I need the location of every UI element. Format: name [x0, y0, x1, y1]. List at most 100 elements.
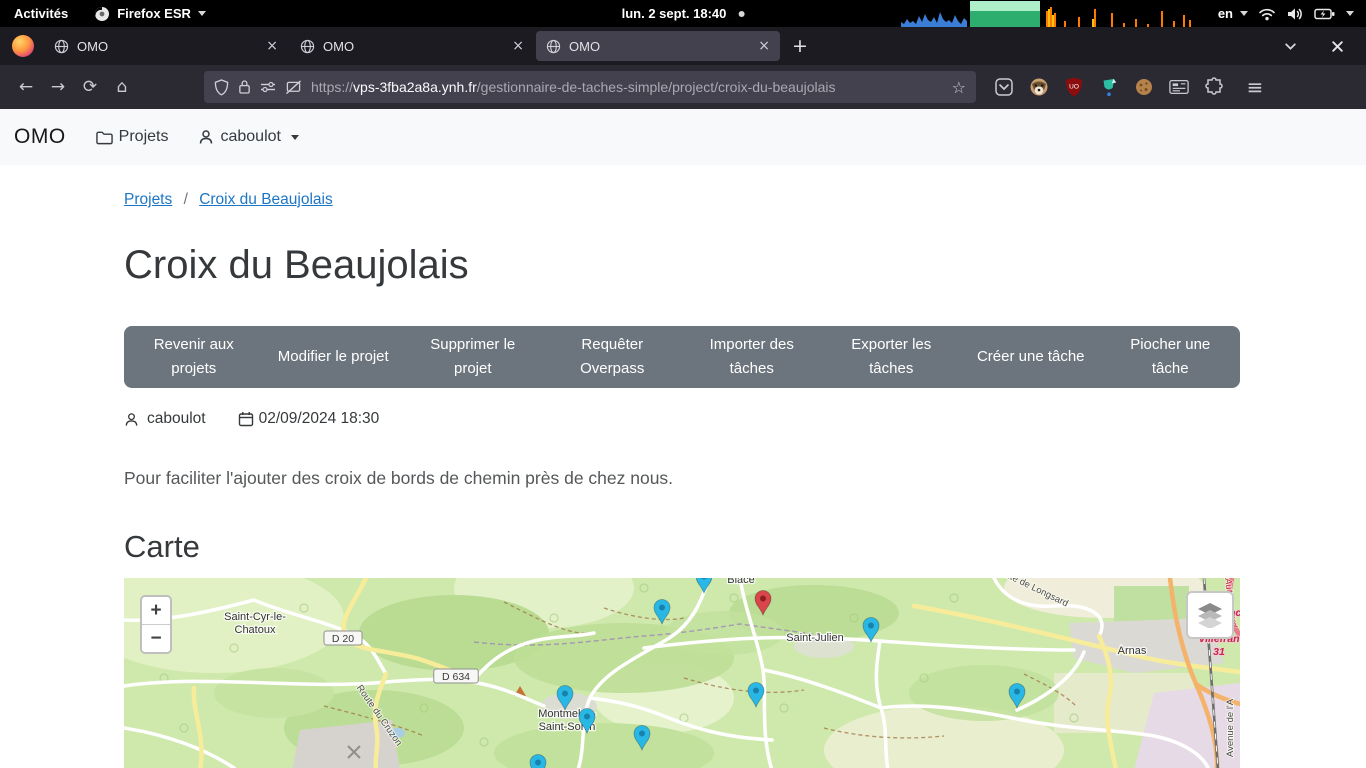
action-button-import-tasks[interactable]: Importer des tâches — [682, 333, 822, 381]
zoom-in-button[interactable]: + — [142, 597, 170, 624]
tracking-protection-shield-icon[interactable] — [214, 79, 229, 96]
action-button-delete-project[interactable]: Supprimer le projet — [403, 333, 543, 381]
nav-projects-label: Projets — [119, 128, 169, 146]
hamburger-menu-icon[interactable]: ≡ — [1239, 71, 1271, 103]
network-graph — [1108, 1, 1194, 27]
forward-button[interactable]: → — [42, 71, 74, 103]
tab-omo-2[interactable]: OMO × — [290, 31, 534, 61]
breadcrumb-projects-link[interactable]: Projets — [124, 191, 172, 208]
action-button-edit-project[interactable]: Modifier le projet — [264, 345, 404, 369]
home-button[interactable]: ⌂ — [106, 71, 138, 103]
globe-favicon — [546, 39, 561, 54]
ublock-origin-icon[interactable]: UO — [1064, 77, 1084, 97]
activities-button[interactable]: Activités — [14, 6, 68, 21]
tab-close-button[interactable]: × — [758, 39, 770, 53]
breadcrumb-separator: / — [184, 191, 188, 208]
firefox-logo-icon — [12, 35, 34, 57]
action-button-create-task[interactable]: Créer une tâche — [961, 345, 1101, 369]
close-window-icon[interactable] — [1331, 40, 1344, 53]
action-button-export-tasks[interactable]: Exporter les tâches — [822, 333, 962, 381]
map-label: Saint-Julien — [786, 632, 843, 644]
svg-text:D 634: D 634 — [442, 671, 470, 683]
tab-title: OMO — [569, 39, 750, 54]
folder-icon — [96, 130, 113, 145]
clock-widget[interactable]: lun. 2 sept. 18:40 — [622, 6, 745, 21]
url-scheme: https:// — [311, 79, 353, 95]
layers-icon — [1196, 602, 1224, 628]
new-tab-button[interactable]: + — [782, 35, 818, 57]
pocket-extension-icon[interactable] — [994, 77, 1014, 97]
action-bar: Revenir aux projets Modifier le projet S… — [124, 326, 1240, 388]
badger-extension-icon[interactable] — [1029, 77, 1049, 97]
tab-omo-3-active[interactable]: OMO × — [536, 31, 780, 61]
chevron-down-icon — [198, 11, 206, 16]
chevron-down-icon — [1240, 11, 1248, 16]
project-author: caboulot — [147, 410, 206, 428]
reload-button[interactable]: ⟳ — [74, 71, 106, 103]
project-modified-date: 02/09/2024 18:30 — [259, 410, 380, 428]
project-meta: caboulot 02/09/2024 18:30 — [124, 410, 1240, 428]
system-monitor-applet[interactable] — [901, 1, 1194, 27]
back-button[interactable]: ← — [10, 71, 42, 103]
person-icon — [124, 412, 139, 427]
tab-omo-1[interactable]: OMO × — [44, 31, 288, 61]
url-text: https://vps-3fba2a8a.ynh.fr/gestionnaire… — [311, 79, 943, 95]
tab-close-button[interactable]: × — [512, 39, 524, 53]
gnome-top-bar: Activités Firefox ESR lun. 2 sept. 18:40 — [0, 0, 1366, 27]
app-menu-button[interactable]: Firefox ESR — [94, 6, 206, 22]
globe-favicon — [54, 39, 69, 54]
teal-extension-icon[interactable] — [1099, 77, 1119, 97]
action-button-query-overpass[interactable]: Requêter Overpass — [543, 333, 683, 381]
breadcrumb-current-link[interactable]: Croix du Beaujolais — [199, 191, 333, 208]
brand-omo[interactable]: OMO — [14, 125, 66, 149]
action-button-return-projects[interactable]: Revenir aux projets — [124, 333, 264, 381]
road-shield: D 634 — [434, 669, 479, 683]
globe-favicon — [300, 39, 315, 54]
project-map[interactable]: D 20D 634 Saint-Cyr-le-ChatouxBlacéSaint… — [124, 578, 1240, 768]
firefox-tab-bar: OMO × OMO × OMO × + — [0, 27, 1366, 65]
map-marker-task[interactable] — [530, 755, 546, 768]
user-menu-label: caboulot — [220, 128, 281, 146]
tab-close-button[interactable]: × — [266, 39, 278, 53]
clock-label: lun. 2 sept. 18:40 — [622, 6, 727, 21]
memory-graph — [970, 1, 1040, 27]
blocked-permission-icon[interactable] — [285, 80, 302, 95]
firefox-nav-toolbar: ← → ⟳ ⌂ https://vps-3fba2a8a.ynh.fr/gest… — [0, 65, 1366, 109]
site-permissions-icon[interactable] — [260, 80, 276, 94]
list-all-tabs-chevron-icon[interactable] — [1284, 40, 1297, 53]
map-zoom-control: + − — [140, 595, 172, 654]
person-icon — [198, 129, 214, 145]
cpu-graph — [901, 1, 967, 27]
map-heading: Carte — [124, 529, 1240, 565]
url-bar[interactable]: https://vps-3fba2a8a.ynh.fr/gestionnaire… — [204, 71, 976, 103]
map-canvas[interactable]: D 20D 634 Saint-Cyr-le-ChatouxBlacéSaint… — [124, 578, 1240, 768]
main-content: Projets / Croix du Beaujolais Croix du B… — [124, 191, 1240, 768]
url-path: /gestionnaire-de-taches-simple/project/c… — [477, 79, 836, 95]
disk-graph — [1043, 1, 1105, 27]
zoom-out-button[interactable]: − — [142, 624, 170, 652]
map-label: Avenue de l'A — [1225, 698, 1236, 757]
lock-icon[interactable] — [238, 79, 251, 95]
firefox-symbolic-icon — [94, 6, 110, 22]
nav-projects-link[interactable]: Projets — [96, 128, 169, 146]
extensions-puzzle-icon[interactable] — [1204, 77, 1224, 97]
road-shield: D 20 — [324, 631, 362, 645]
action-button-pick-task[interactable]: Piocher une tâche — [1101, 333, 1241, 381]
cookie-extension-icon[interactable] — [1134, 77, 1154, 97]
calendar-icon — [238, 411, 254, 427]
tab-title: OMO — [323, 39, 504, 54]
keyboard-layout-indicator[interactable]: en — [1218, 6, 1248, 21]
app-menu-label: Firefox ESR — [117, 6, 191, 21]
project-description: Pour faciliter l'ajouter des croix de bo… — [124, 468, 1240, 489]
page-title: Croix du Beaujolais — [124, 243, 1240, 288]
user-menu[interactable]: caboulot — [198, 128, 299, 146]
system-menu-chevron-icon[interactable] — [1346, 11, 1354, 16]
bookmark-star-icon[interactable]: ☆ — [952, 78, 966, 97]
map-label: Arnas — [1118, 645, 1147, 657]
ublock-letters: UO — [1069, 84, 1079, 91]
tab-title: OMO — [77, 39, 258, 54]
breadcrumb: Projets / Croix du Beaujolais — [124, 191, 1240, 209]
map-layers-control[interactable] — [1186, 591, 1234, 639]
keyboard-card-extension-icon[interactable] — [1169, 77, 1189, 97]
keyboard-layout-label: en — [1218, 6, 1233, 21]
